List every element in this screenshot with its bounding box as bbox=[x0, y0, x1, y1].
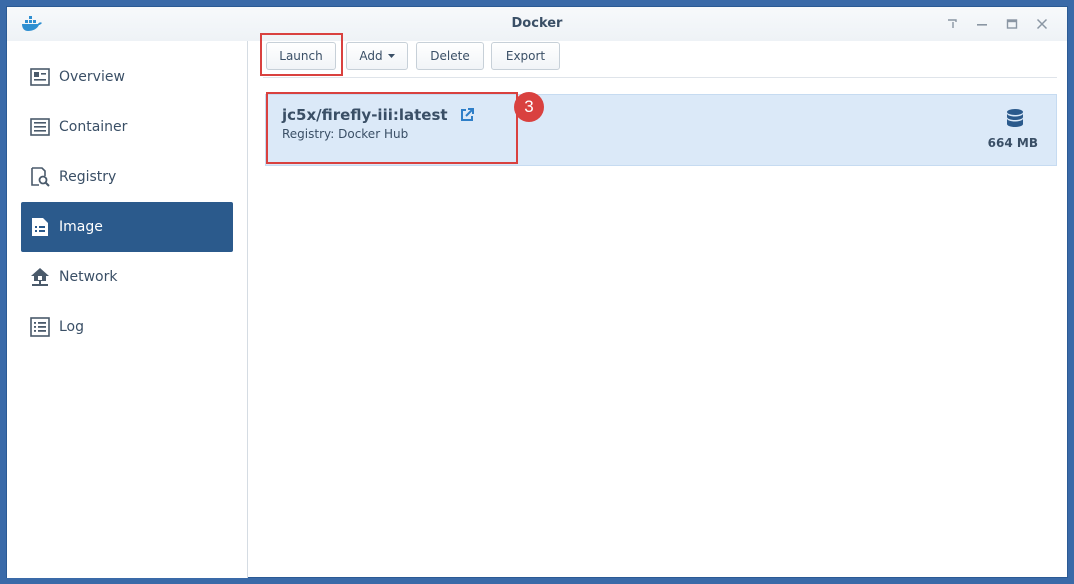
window-controls bbox=[941, 13, 1053, 35]
external-link-icon[interactable] bbox=[460, 108, 474, 122]
maximize-icon[interactable] bbox=[1001, 13, 1023, 35]
overview-icon bbox=[29, 66, 51, 88]
image-icon bbox=[29, 216, 51, 238]
image-registry: Registry: Docker Hub bbox=[282, 127, 409, 141]
sidebar-item-log[interactable]: Log bbox=[21, 302, 233, 352]
database-icon bbox=[1006, 108, 1024, 128]
sidebar-item-overview[interactable]: Overview bbox=[21, 52, 233, 102]
sidebar: Overview Container Registry Image Networ… bbox=[7, 41, 248, 578]
add-button-label: Add bbox=[359, 49, 383, 63]
close-icon[interactable] bbox=[1031, 13, 1053, 35]
title-bar: Docker bbox=[7, 7, 1067, 41]
container-icon bbox=[29, 116, 51, 138]
image-name: jc5x/firefly-iii:latest bbox=[282, 106, 448, 124]
caret-down-icon bbox=[387, 54, 395, 58]
toolbar-divider bbox=[263, 77, 1057, 78]
log-icon bbox=[29, 316, 51, 338]
sidebar-item-image[interactable]: Image bbox=[21, 202, 233, 252]
image-name-line: jc5x/firefly-iii:latest bbox=[282, 106, 474, 124]
sidebar-item-label: Image bbox=[59, 219, 103, 235]
registry-icon bbox=[29, 166, 51, 188]
sidebar-item-network[interactable]: Network bbox=[21, 252, 233, 302]
image-list-row[interactable]: jc5x/firefly-iii:latest Registry: Docker… bbox=[265, 94, 1057, 166]
launch-button[interactable]: Launch bbox=[266, 42, 336, 70]
help-icon[interactable] bbox=[941, 13, 963, 35]
sidebar-item-registry[interactable]: Registry bbox=[21, 152, 233, 202]
add-button[interactable]: Add bbox=[346, 42, 408, 70]
sidebar-item-label: Container bbox=[59, 119, 128, 135]
image-size: 664 MB bbox=[987, 136, 1038, 150]
sidebar-item-label: Registry bbox=[59, 169, 117, 185]
sidebar-item-container[interactable]: Container bbox=[21, 102, 233, 152]
export-button[interactable]: Export bbox=[491, 42, 560, 70]
delete-button[interactable]: Delete bbox=[416, 42, 484, 70]
sidebar-item-label: Overview bbox=[59, 69, 125, 85]
docker-window: Docker Overview Container Registry Image… bbox=[6, 6, 1068, 578]
step-badge: 3 bbox=[514, 92, 544, 122]
minimize-icon[interactable] bbox=[971, 13, 993, 35]
window-title: Docker bbox=[511, 16, 563, 31]
network-icon bbox=[29, 266, 51, 288]
sidebar-item-label: Network bbox=[59, 269, 118, 285]
sidebar-item-label: Log bbox=[59, 319, 85, 335]
